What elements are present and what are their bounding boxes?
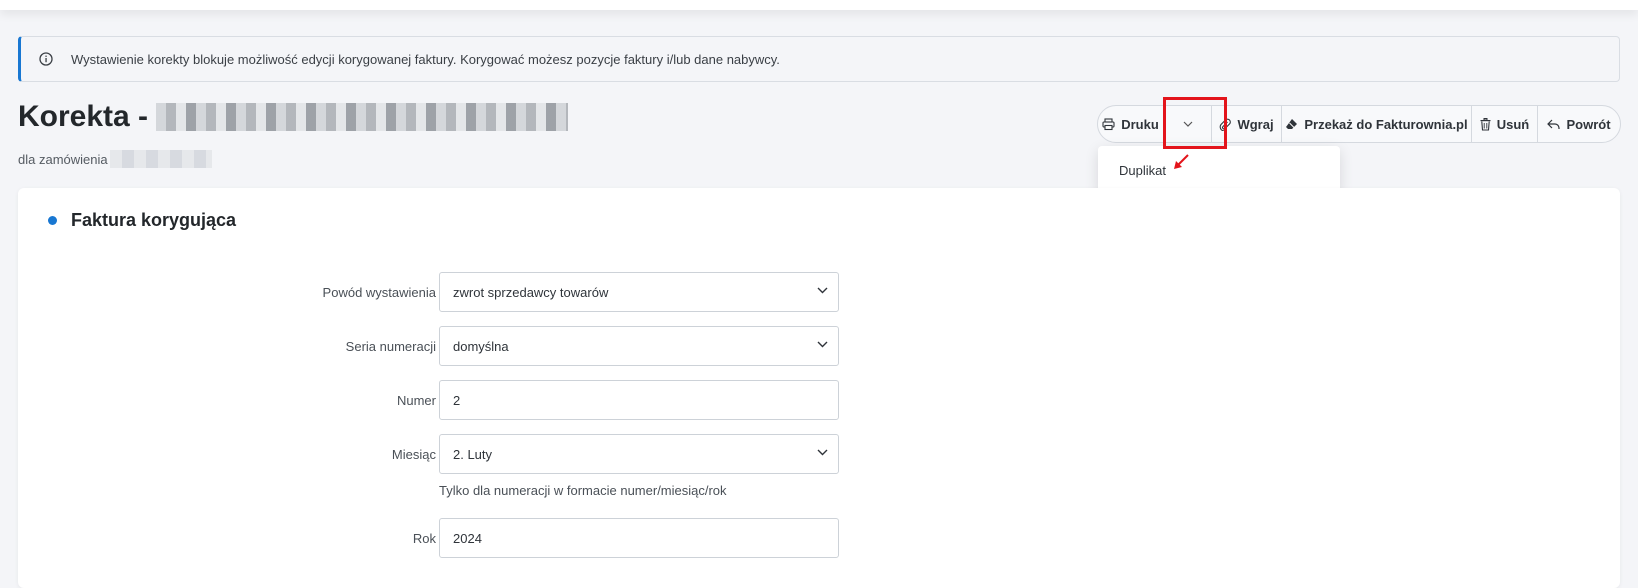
card-title-text: Faktura korygująca [71,210,237,230]
alert-message: Wystawienie korekty blokuje możliwość ed… [71,51,780,67]
form-row-month: Miesiąc 2. Luty [18,434,868,474]
year-input-value: 2024 [453,530,482,546]
upload-button[interactable]: Wgraj [1212,106,1282,142]
bullet-dot-icon [48,216,57,225]
number-input-value: 2 [453,392,461,408]
top-bar [0,0,1638,10]
trash-icon [1480,117,1491,131]
action-toolbar: Druku Wgraj Przekaż do Fakturownia.pl Us… [1097,105,1621,143]
card-title: Faktura korygująca [48,210,236,231]
form-row-number: Numer 2 [18,380,868,420]
back-button[interactable]: Powrót [1538,106,1620,142]
reason-label: Powód wystawienia [322,284,436,300]
series-select[interactable]: domyślna [439,326,839,366]
number-label: Numer [396,392,436,408]
reply-icon [1547,119,1561,129]
year-label: Rok [412,530,436,546]
dropdown-item-duplicate[interactable]: Duplikat [1119,163,1166,178]
printer-icon [1102,117,1115,130]
redacted-order-number [109,150,212,168]
print-label: Druku [1121,116,1159,132]
page-title-text: Korekta - [18,100,149,133]
print-button[interactable]: Druku [1098,106,1164,142]
year-input[interactable]: 2024 [439,518,839,558]
back-label: Powrót [1566,116,1611,132]
transfer-label: Przekaż do Fakturownia.pl [1304,116,1468,132]
delete-button[interactable]: Usuń [1472,106,1538,142]
page-subtitle: dla zamówienia [18,150,212,168]
print-options-dropdown: Duplikat [1098,146,1340,194]
month-select-value: 2. Luty [453,446,493,462]
paperclip-icon [1220,118,1232,131]
delete-label: Usuń [1496,116,1530,132]
form-row-reason: Powód wystawienia zwrot sprzedawcy towar… [18,272,868,312]
reason-select[interactable]: zwrot sprzedawcy towarów [439,272,839,312]
correction-invoice-card: Faktura korygująca Powód wystawienia zwr… [18,188,1620,588]
upload-label: Wgraj [1237,116,1274,132]
annotation-arrow-icon [1174,154,1189,169]
month-label: Miesiąc [391,446,436,462]
subtitle-text: dla zamówienia [18,151,108,167]
reason-select-value: zwrot sprzedawcy towarów [453,284,609,300]
redacted-invoice-number [156,103,569,131]
page-title: Korekta - [18,100,569,134]
month-select[interactable]: 2. Luty [439,434,839,474]
print-options-toggle[interactable] [1164,106,1212,142]
info-circle-icon [39,52,53,66]
form-row-year: Rok 2024 [18,518,868,558]
eraser-icon [1286,119,1298,129]
transfer-fakturownia-button[interactable]: Przekaż do Fakturownia.pl [1282,106,1472,142]
chevron-down-icon [1183,121,1192,127]
number-input[interactable]: 2 [439,380,839,420]
chevron-down-icon [817,287,828,294]
form-row-series: Seria numeracji domyślna [18,326,868,366]
month-hint: Tylko dla numeracji w formacie numer/mie… [439,483,727,498]
series-label: Seria numeracji [345,338,436,354]
chevron-down-icon [817,341,828,348]
series-select-value: domyślna [453,338,509,354]
info-alert: Wystawienie korekty blokuje możliwość ed… [18,36,1620,82]
chevron-down-icon [817,449,828,456]
